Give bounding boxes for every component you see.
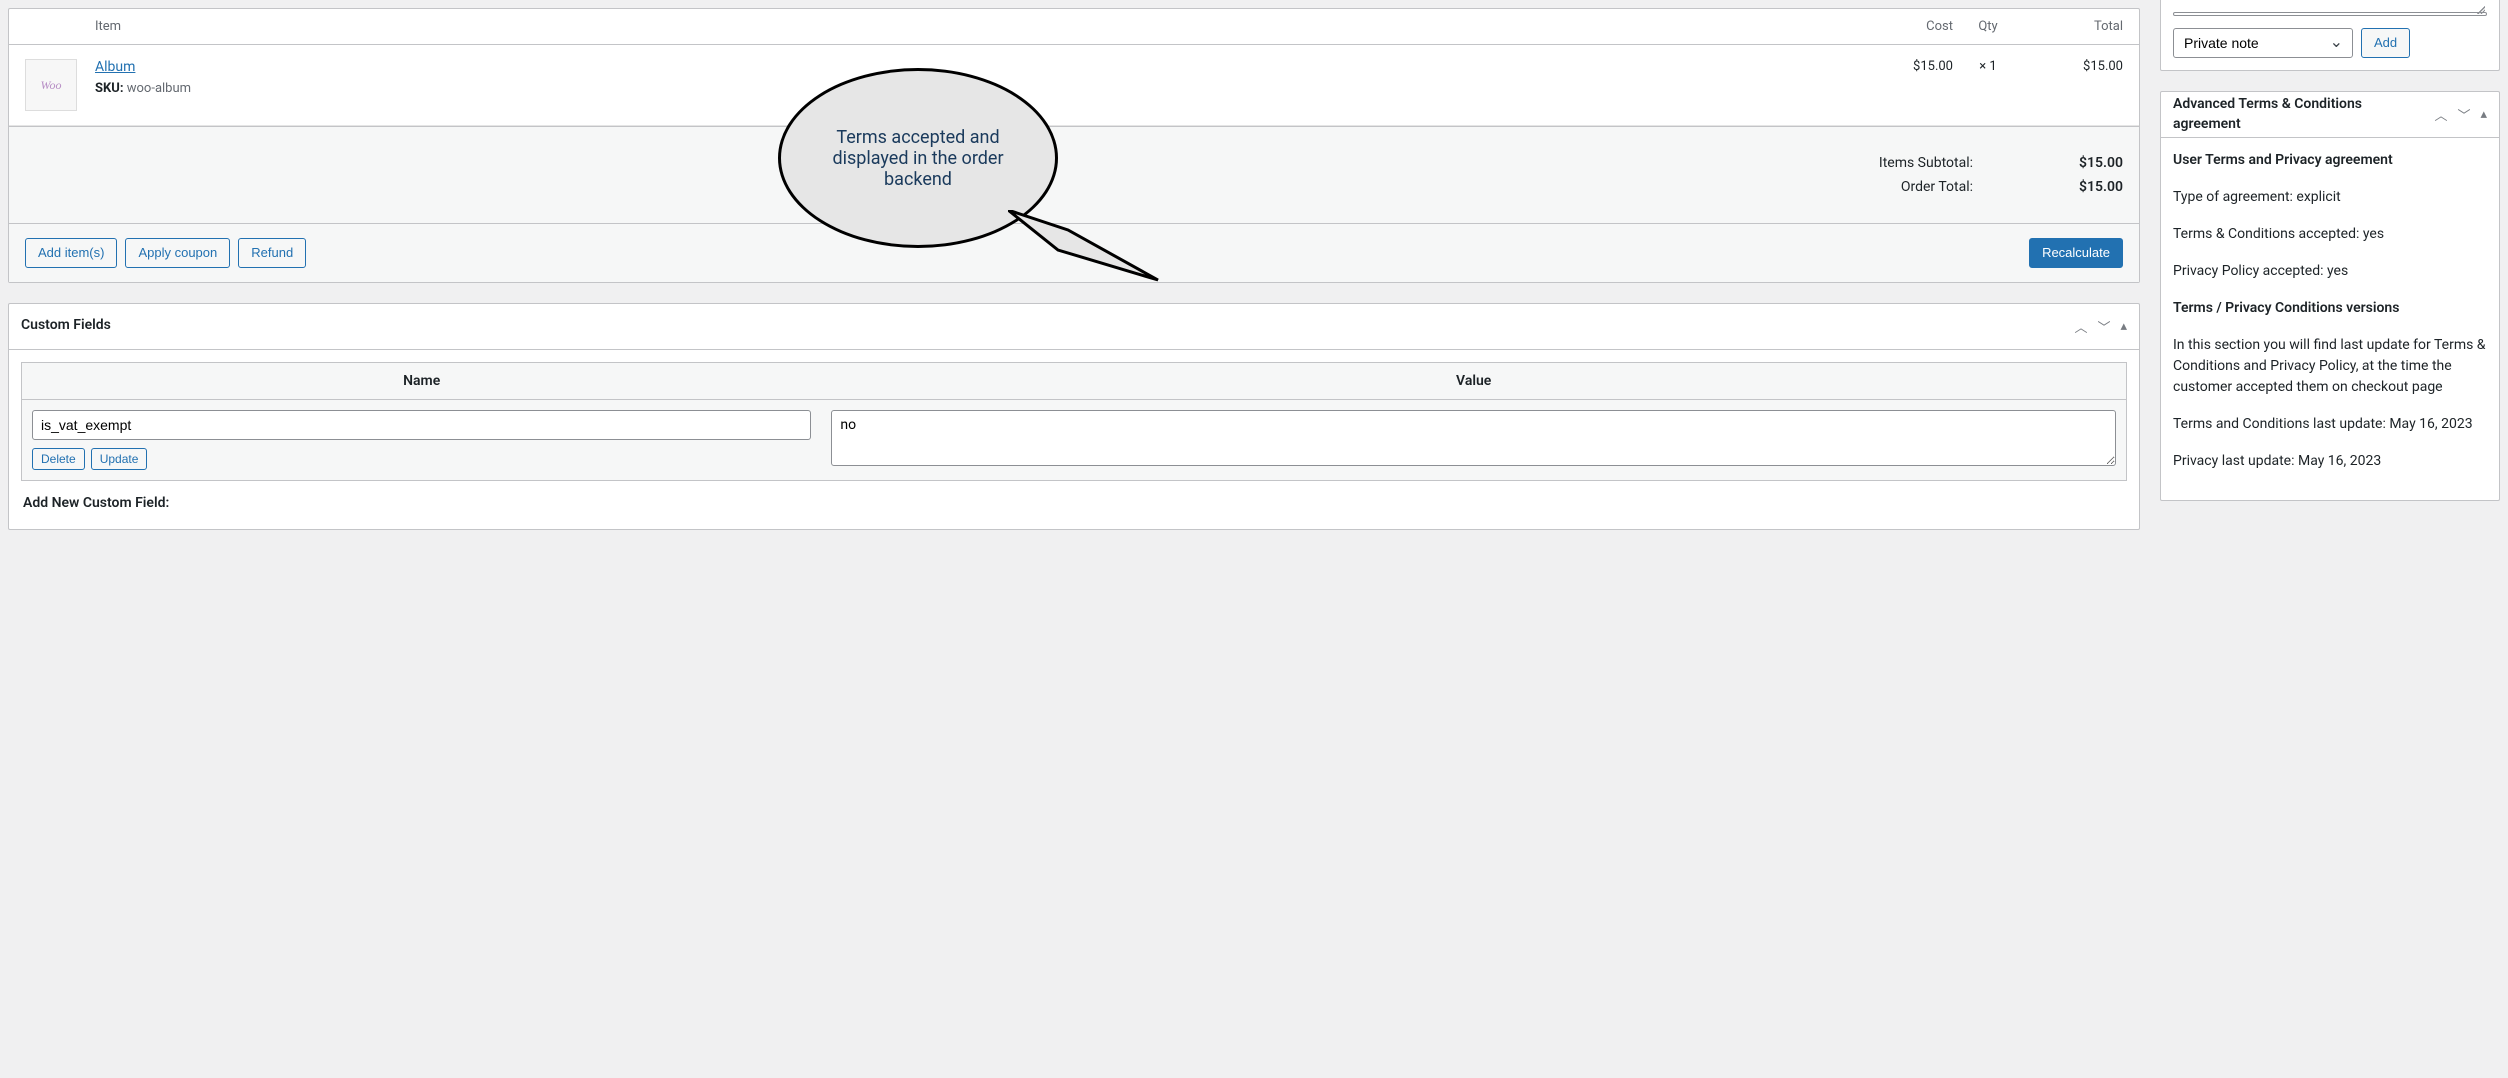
pp-accepted-value: yes xyxy=(2327,263,2348,279)
annotation-tail xyxy=(1008,210,1168,290)
product-link[interactable]: Album xyxy=(95,59,135,75)
refund-button[interactable]: Refund xyxy=(238,238,306,268)
col-item: Item xyxy=(95,19,1863,34)
col-total: Total xyxy=(2023,19,2123,34)
custom-fields-table: Name Value Delete Update xyxy=(21,362,2127,481)
custom-fields-title: Custom Fields xyxy=(21,316,111,336)
note-textarea[interactable] xyxy=(2173,12,2487,16)
subtotal-label: Items Subtotal: xyxy=(1879,155,1973,171)
subtotal-value: $15.00 xyxy=(2033,155,2123,171)
item-qty: × 1 xyxy=(1953,59,2023,74)
item-total: $15.00 xyxy=(2023,59,2123,74)
add-custom-field-heading: Add New Custom Field: xyxy=(21,481,2127,517)
agreement-type-label: Type of agreement: xyxy=(2173,189,2296,205)
ordertotal-value: $15.00 xyxy=(2033,179,2123,195)
col-cost: Cost xyxy=(1863,19,1953,34)
move-down-icon[interactable]: ﹀ xyxy=(2097,317,2110,336)
sku-value: woo-album xyxy=(127,81,191,96)
move-up-icon[interactable]: ︿ xyxy=(2074,317,2087,336)
terms-panel-title: Advanced Terms & Conditions agreement xyxy=(2173,95,2373,134)
cf-col-name: Name xyxy=(22,362,822,399)
sku-label: SKU: xyxy=(95,81,124,96)
toggle-icon[interactable]: ▴ xyxy=(2480,107,2487,122)
add-item-button[interactable]: Add item(s) xyxy=(25,238,117,268)
move-down-icon[interactable]: ﹀ xyxy=(2457,105,2470,124)
annotation-text: Terms accepted and displayed in the orde… xyxy=(801,127,1035,190)
terms-heading: User Terms and Privacy agreement xyxy=(2173,152,2393,168)
order-notes-panel: Private note Add xyxy=(2160,0,2500,71)
cf-row: Delete Update xyxy=(22,399,2127,480)
apply-coupon-button[interactable]: Apply coupon xyxy=(125,238,230,268)
product-thumb-image: Woo xyxy=(25,59,77,111)
terms-panel: Advanced Terms & Conditions agreement ︿ … xyxy=(2160,91,2500,501)
tc-accepted-value: yes xyxy=(2363,226,2384,242)
tc-accepted-label: Terms & Conditions accepted: xyxy=(2173,226,2363,242)
col-qty: Qty xyxy=(1953,19,2023,34)
cf-value-textarea[interactable] xyxy=(831,410,2116,466)
agreement-type-value: explicit xyxy=(2296,189,2340,205)
cf-update-button[interactable]: Update xyxy=(91,448,148,470)
cf-name-input[interactable] xyxy=(32,410,811,440)
tc-update-value: May 16, 2023 xyxy=(2389,416,2472,432)
pp-update-label: Privacy last update: xyxy=(2173,453,2298,469)
pp-accepted-label: Privacy Policy accepted: xyxy=(2173,263,2327,279)
versions-desc: In this section you will find last updat… xyxy=(2173,335,2487,398)
product-thumb[interactable]: Woo xyxy=(25,59,77,111)
order-totals: Items Subtotal: $15.00 Order Total: $15.… xyxy=(9,126,2139,223)
versions-heading: Terms / Privacy Conditions versions xyxy=(2173,300,2399,316)
tc-update-label: Terms and Conditions last update: xyxy=(2173,416,2389,432)
note-type-select[interactable]: Private note xyxy=(2173,28,2353,58)
recalculate-button[interactable]: Recalculate xyxy=(2029,238,2123,268)
move-up-icon[interactable]: ︿ xyxy=(2434,105,2447,124)
item-cost: $15.00 xyxy=(1863,59,1953,74)
pp-update-value: May 16, 2023 xyxy=(2298,453,2381,469)
ordertotal-label: Order Total: xyxy=(1901,179,1973,195)
toggle-icon[interactable]: ▴ xyxy=(2120,319,2127,334)
custom-fields-panel: Custom Fields ︿ ﹀ ▴ Name Value xyxy=(8,303,2140,530)
order-items-head: Item Cost Qty Total xyxy=(9,9,2139,45)
add-note-button[interactable]: Add xyxy=(2361,28,2410,58)
cf-delete-button[interactable]: Delete xyxy=(32,448,85,470)
order-item-row: Woo Album SKU: woo-album $15.00 × 1 $15.… xyxy=(9,45,2139,126)
cf-col-value: Value xyxy=(821,362,2126,399)
